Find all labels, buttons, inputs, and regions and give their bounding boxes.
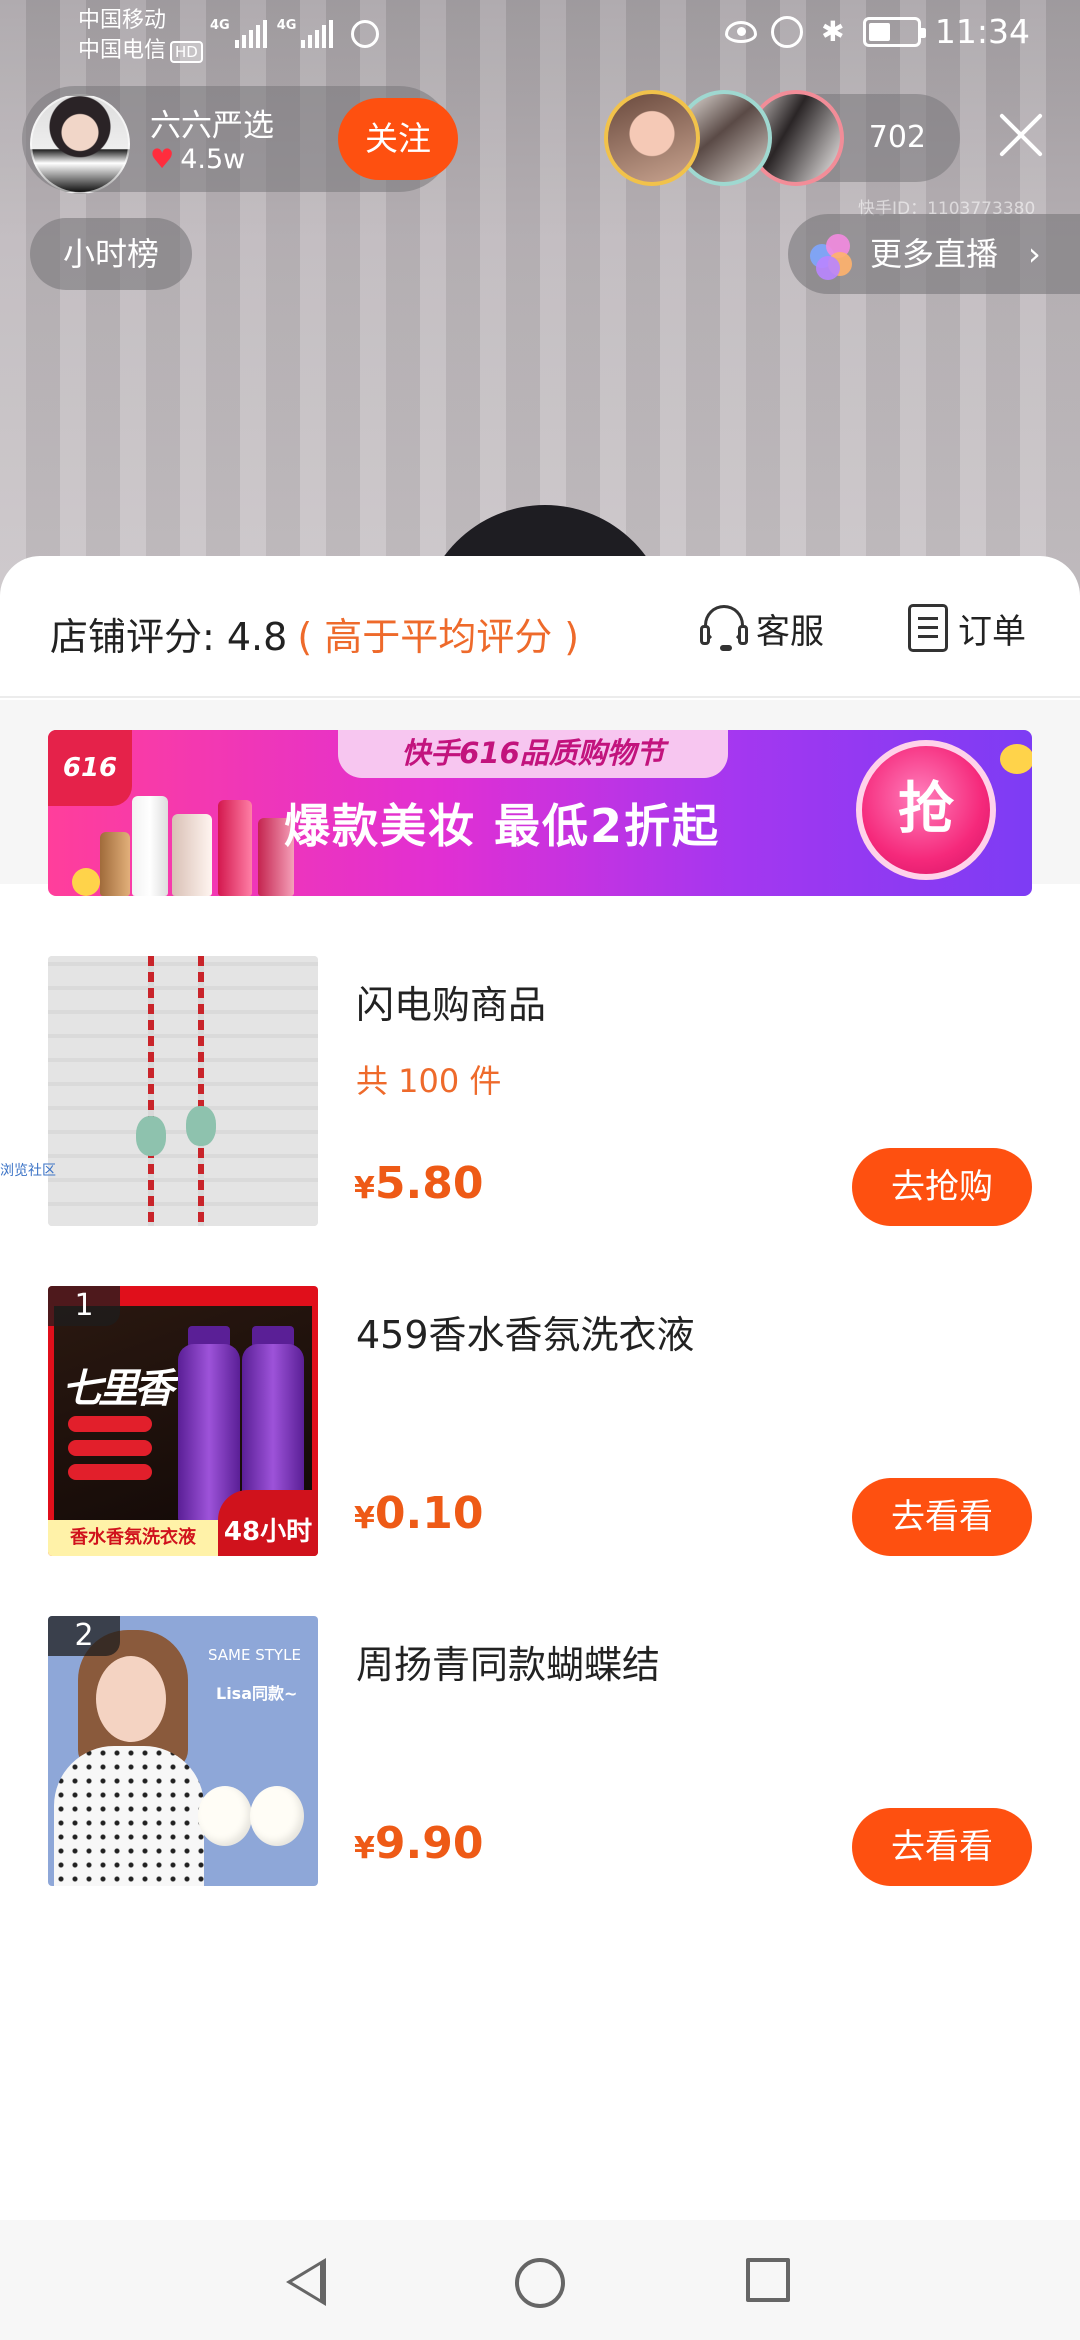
view-button[interactable]: 去看看 [852, 1478, 1032, 1556]
back-icon[interactable] [286, 2258, 326, 2306]
home-icon[interactable] [515, 2258, 565, 2308]
bluetooth-icon: ✱ [821, 14, 845, 48]
banner-top-tag: 快手616品质购物节 [338, 730, 728, 778]
anchor-avatar[interactable] [30, 94, 130, 194]
customer-service-button[interactable]: 客服 [700, 600, 824, 656]
thumb-badge: 48小时 [218, 1490, 318, 1556]
product-price: ¥9.90 [354, 1818, 484, 1869]
recent-apps-icon[interactable] [746, 2258, 790, 2302]
hd-badge: HD [170, 41, 203, 63]
product-count: 共 100 件 [356, 1062, 502, 1100]
product-thumbnail[interactable] [48, 956, 318, 1226]
thumb-caption: 香水香氛洗衣液 [48, 1520, 218, 1556]
coin-icon [1000, 744, 1032, 774]
promo-banner[interactable]: 616 快手616品质购物节 爆款美妆 最低2折起 抢 [48, 730, 1032, 896]
product-price: ¥0.10 [354, 1488, 484, 1539]
product-price: ¥5.80 [354, 1158, 484, 1209]
close-icon[interactable] [996, 110, 1046, 160]
shop-sheet: 店铺评分: 4.8( 高于平均评分 ) 客服 订单 616 快手616品质购物节… [0, 556, 1080, 2340]
product-thumbnail[interactable]: SAME STYLE Lisa同款~ 2 [48, 1616, 318, 1886]
side-tag[interactable]: 浏览社区 [0, 1160, 56, 1180]
rank-badge: 1 [48, 1286, 120, 1326]
viewer-avatar[interactable] [604, 90, 700, 186]
customer-service-label: 客服 [756, 611, 824, 652]
product-item[interactable]: SAME STYLE Lisa同款~ 2 周扬青同款蝴蝶结 ¥9.90 去看看 [0, 1616, 1080, 1888]
view-button[interactable]: 去看看 [852, 1808, 1032, 1886]
eye-icon [724, 20, 757, 43]
product-title: 闪电购商品 [356, 983, 547, 1027]
navigation-bar [0, 2220, 1080, 2340]
viewer-count: 702 [868, 120, 926, 155]
order-button[interactable]: 订单 [908, 600, 1026, 656]
shop-score-note: ( 高于平均评分 ) [297, 615, 580, 659]
status-right: ✱ 11:34 [724, 12, 1030, 51]
carrier-2: 中国电信 [78, 38, 167, 63]
order-label: 订单 [958, 611, 1026, 652]
heart-icon: ♥ [150, 144, 175, 175]
banner-main-text: 爆款美妆 最低2折起 [284, 799, 721, 853]
carrier-1: 中国移动 [78, 8, 167, 33]
headset-icon [700, 603, 748, 653]
product-item[interactable]: 七里香 香水香氛洗衣液 48小时 1 459香水香氛洗衣液 ¥0.10 去看看 [0, 1286, 1080, 1558]
order-list-icon [908, 604, 948, 652]
viewer-list[interactable]: 702 [600, 86, 960, 186]
thumb-same-style: SAME STYLE [208, 1646, 301, 1664]
grab-now-button[interactable]: 去抢购 [852, 1148, 1032, 1226]
banner-area: 616 快手616品质购物节 爆款美妆 最低2折起 抢 [0, 700, 1080, 896]
battery-icon [862, 16, 926, 47]
rank-badge: 2 [48, 1616, 120, 1656]
product-thumbnail[interactable]: 七里香 香水香氛洗衣液 48小时 1 [48, 1286, 318, 1556]
shop-score-label: 店铺评分: 4.8 [50, 615, 288, 659]
anchor-name: 六六严选 [150, 108, 274, 144]
anchor-info[interactable]: 六六严选 ♥ 4.5w 关注 [22, 86, 458, 194]
status-bar: 中国移动 中国电信 HD 4G 4G ✱ 11:34 [0, 0, 1080, 72]
more-live-button[interactable]: 更多直播 › [788, 214, 1080, 294]
product-item[interactable]: 闪电购商品 共 100 件 ¥5.80 去抢购 [0, 956, 1080, 1228]
thumb-lisa: Lisa同款~ [216, 1684, 298, 1703]
likes-count: 4.5w [180, 144, 246, 175]
globe-icon [351, 20, 380, 48]
clock: 11:34 [934, 12, 1030, 51]
hour-rank-button[interactable]: 小时榜 [30, 218, 192, 290]
product-title: 周扬青同款蝴蝶结 [356, 1643, 661, 1687]
carrier-info: 中国移动 中国电信 HD [78, 6, 203, 66]
product-title: 459香水香氛洗衣液 [356, 1313, 695, 1357]
more-live-label: 更多直播 [870, 235, 999, 273]
grab-button[interactable]: 抢 [856, 740, 996, 880]
signal-icon-2: 4G [277, 18, 334, 48]
shop-header: 店铺评分: 4.8( 高于平均评分 ) 客服 订单 [0, 556, 1080, 698]
follow-button[interactable]: 关注 [338, 98, 458, 180]
petal-icon [810, 234, 854, 280]
shop-score: 店铺评分: 4.8( 高于平均评分 ) [50, 606, 579, 661]
chevron-right-icon: › [1028, 235, 1041, 273]
anchor-likes: ♥ 4.5w [150, 144, 245, 175]
alarm-icon [770, 15, 803, 48]
network-icons: 4G 4G [210, 18, 380, 48]
signal-icon: 4G [210, 18, 267, 48]
